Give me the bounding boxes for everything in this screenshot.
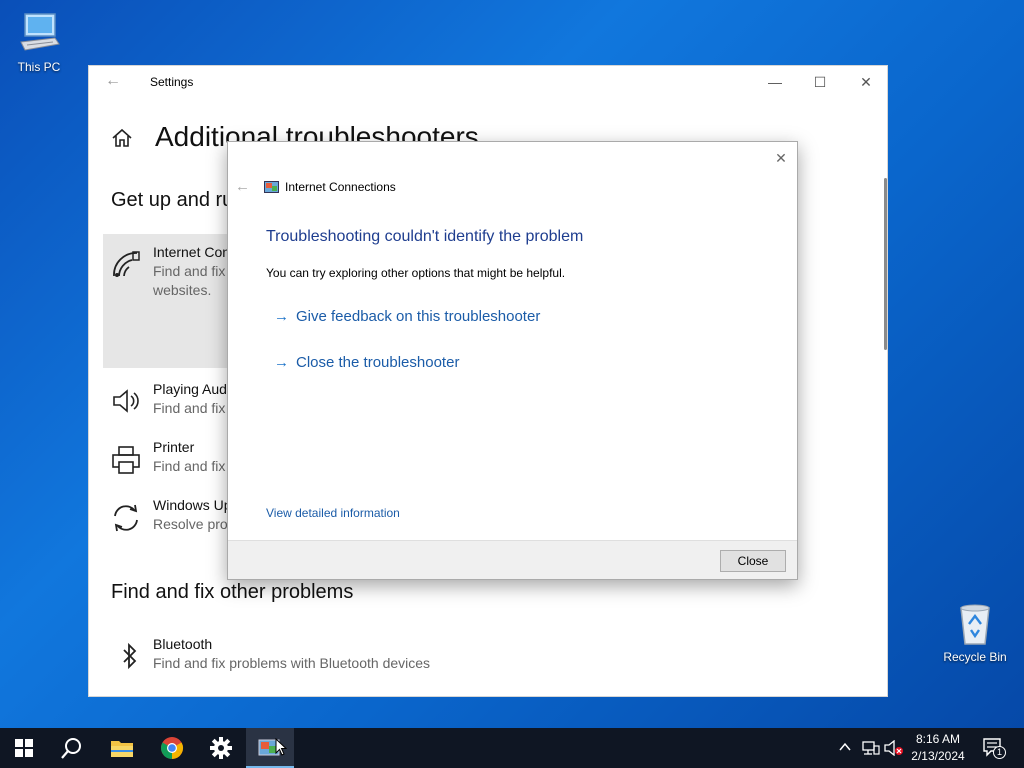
arrow-right-icon: → — [274, 308, 289, 325]
window-title: Settings — [150, 75, 194, 89]
windows-logo-icon — [15, 739, 33, 757]
desktop-icon-recycle-bin[interactable]: Recycle Bin — [937, 600, 1013, 664]
settings-taskbar-button[interactable] — [197, 728, 245, 768]
printer-icon — [111, 445, 141, 480]
search-icon — [61, 738, 81, 759]
volume-muted-icon[interactable] — [884, 739, 904, 768]
folder-icon — [111, 741, 133, 757]
item-desc: Find and fix problems with Bluetooth dev… — [153, 655, 431, 671]
item-name: Playing Audi — [153, 381, 231, 397]
arrow-right-icon: → — [274, 354, 289, 371]
section-title-get-up-and-running: Get up and ru — [111, 189, 234, 211]
notifications-icon[interactable]: 1 — [983, 738, 1006, 768]
maximize-icon[interactable]: ☐ — [797, 70, 843, 94]
dialog-title: Internet Connections — [285, 180, 396, 194]
minimize-icon[interactable]: — — [752, 70, 798, 94]
dialog-footer: Close — [228, 540, 797, 579]
recycle-bin-icon — [951, 600, 999, 648]
troubleshooter-dialog: ✕ ← Internet Connections Troubleshooting… — [227, 141, 798, 580]
dialog-subtext: You can try exploring other options that… — [266, 266, 566, 280]
troubleshooter-bluetooth[interactable]: Bluetooth Find and fix problems with Blu… — [103, 636, 663, 676]
mouse-cursor-icon — [275, 737, 288, 761]
item-name: Internet Con — [153, 244, 231, 260]
close-troubleshooter-link[interactable]: → Close the troubleshooter — [274, 354, 459, 371]
section-title-find-and-fix-other: Find and fix other problems — [111, 581, 354, 603]
item-name: Bluetooth — [153, 636, 213, 652]
clock-time: 8:16 AM — [915, 732, 961, 746]
wifi-icon — [111, 250, 141, 285]
notification-count-badge: 1 — [993, 746, 1006, 759]
desktop-icon-label: Recycle Bin — [943, 650, 1007, 664]
file-explorer-button[interactable] — [98, 728, 146, 768]
item-desc: Find and fix — [153, 400, 226, 416]
back-arrow-icon[interactable]: ← — [105, 72, 121, 90]
chrome-button[interactable] — [148, 728, 196, 768]
settings-titlebar: ← Settings — ☐ ✕ — [89, 66, 887, 98]
close-button[interactable]: Close — [720, 550, 786, 572]
desktop-icon-label: This PC — [17, 60, 61, 74]
clock[interactable]: 8:16 AM 2/13/2024 — [906, 731, 970, 765]
clock-date: 2/13/2024 — [911, 749, 965, 763]
give-feedback-link[interactable]: → Give feedback on this troubleshooter — [274, 308, 540, 325]
dialog-heading: Troubleshooting couldn't identify the pr… — [266, 228, 584, 245]
chrome-icon — [161, 737, 183, 759]
view-detailed-information-link[interactable]: View detailed information — [266, 506, 400, 520]
computer-icon — [15, 10, 63, 58]
item-desc: Resolve prob — [153, 516, 236, 532]
item-desc-line2: websites. — [153, 282, 212, 298]
sync-icon — [111, 503, 141, 538]
tray-chevron-up-icon[interactable] — [838, 740, 852, 768]
close-icon[interactable]: ✕ — [771, 148, 791, 168]
scrollbar[interactable] — [884, 178, 887, 350]
troubleshooter-app-icon — [264, 180, 279, 193]
start-button[interactable] — [0, 728, 48, 768]
item-name: Windows Up — [153, 497, 232, 513]
bluetooth-icon — [121, 642, 139, 675]
item-desc: Find and fix — [153, 263, 226, 279]
network-icon[interactable] — [862, 740, 880, 768]
desktop-icon-this-pc[interactable]: This PC — [1, 10, 77, 74]
option-label: Give feedback on this troubleshooter — [296, 308, 541, 325]
option-label: Close the troubleshooter — [296, 354, 460, 371]
taskbar: 8:16 AM 2/13/2024 1 — [0, 728, 1024, 768]
search-button[interactable] — [48, 728, 96, 768]
back-arrow-icon[interactable]: ← — [235, 178, 250, 195]
gear-icon — [210, 737, 232, 759]
close-icon[interactable]: ✕ — [843, 70, 887, 94]
home-icon[interactable] — [111, 128, 133, 153]
item-desc: Find and fix — [153, 458, 226, 474]
item-name: Printer — [153, 439, 195, 455]
speaker-icon — [111, 387, 141, 420]
